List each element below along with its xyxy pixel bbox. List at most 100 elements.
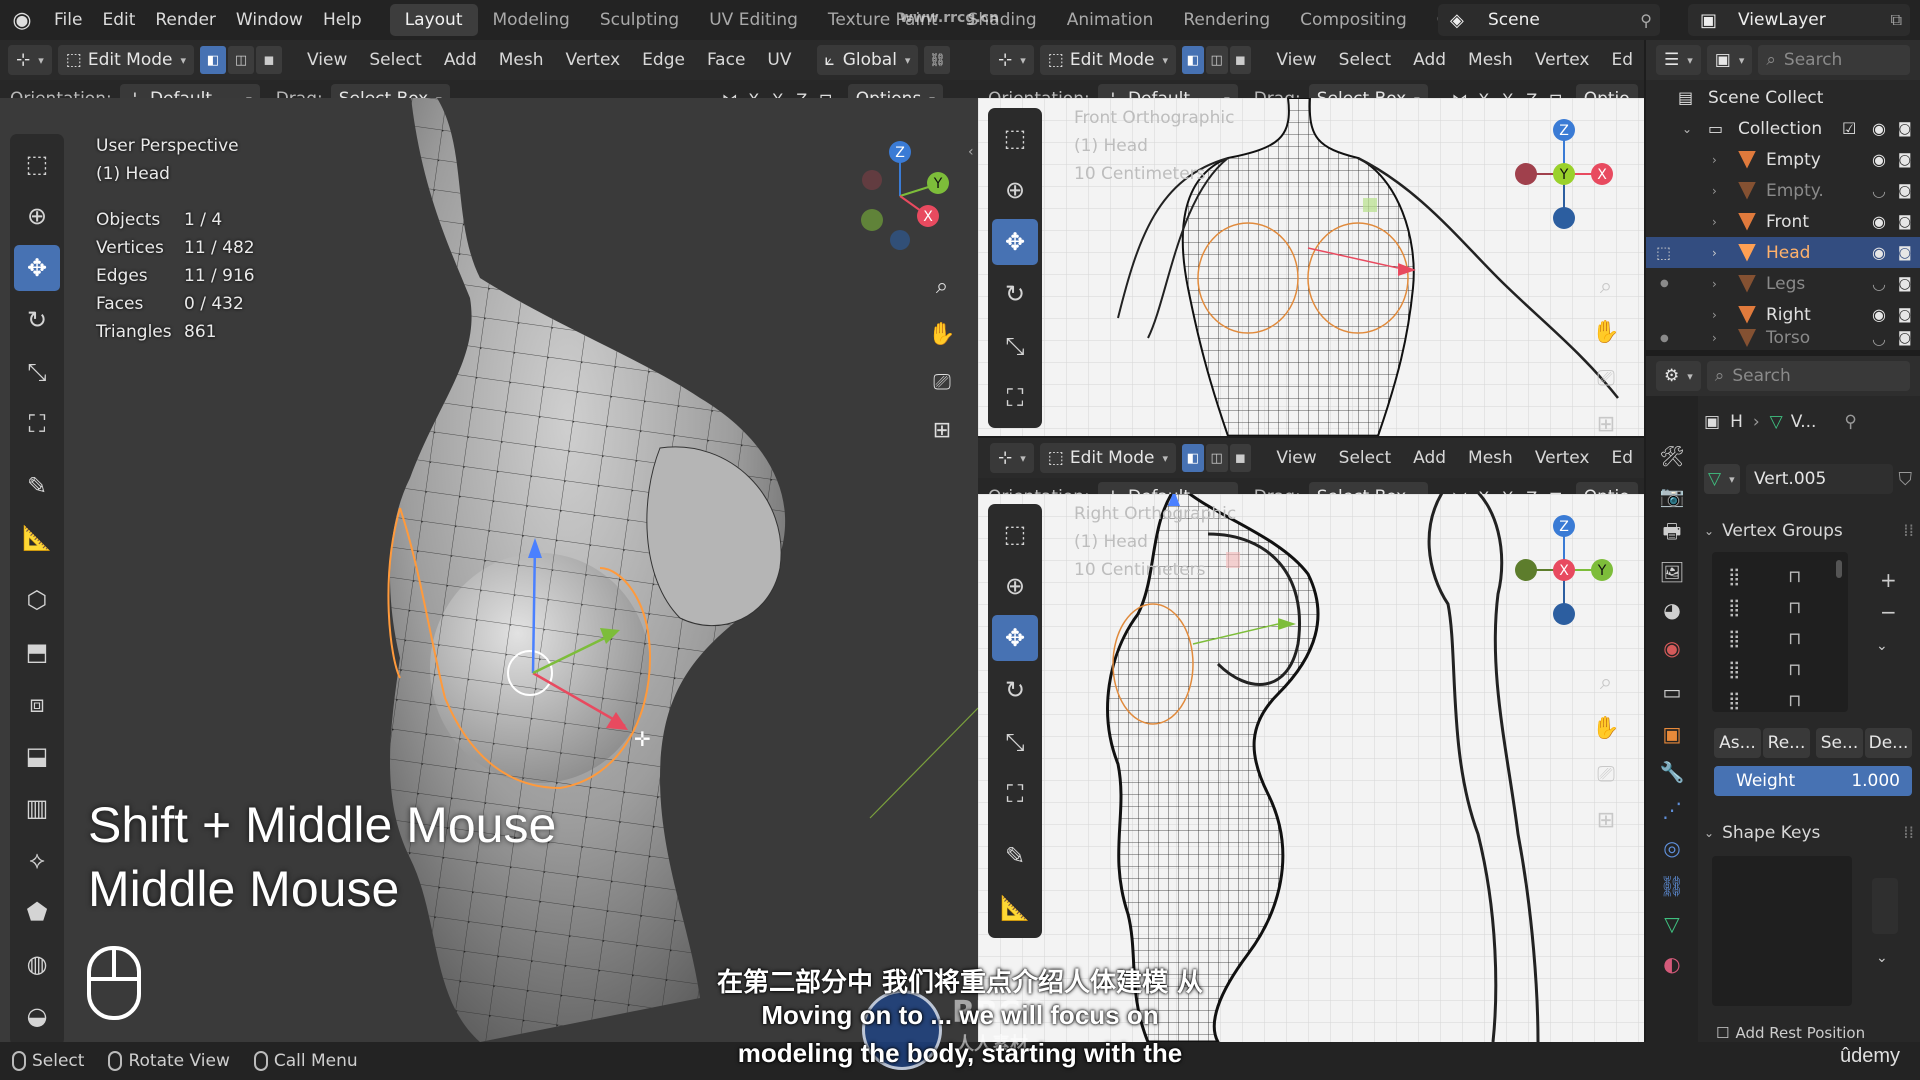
- properties-editor-type-button[interactable]: ⚙ ▾: [1656, 361, 1701, 391]
- menu-file[interactable]: File: [44, 0, 92, 40]
- remove-vertex-group-icon[interactable]: −: [1880, 600, 1897, 624]
- transform-tool-icon[interactable]: ⛶: [992, 771, 1038, 817]
- transform-orientation-selector[interactable]: ⟀ Global ▾: [816, 45, 919, 75]
- outliner-item-torso[interactable]: ● › Torso ◡ ◙: [1646, 326, 1920, 350]
- specials-menu-icon[interactable]: ⌄: [1876, 638, 1888, 654]
- extrude-tool-icon[interactable]: ⬒: [14, 629, 60, 675]
- measure-tool-icon[interactable]: 📐: [14, 515, 60, 561]
- shape-key-add-remove[interactable]: [1872, 878, 1898, 934]
- camera-icon[interactable]: ◙: [1898, 152, 1912, 168]
- tab-sculpting[interactable]: Sculpting: [585, 4, 694, 36]
- expand-chevron-icon[interactable]: ›: [1712, 277, 1717, 291]
- menu-vertex[interactable]: Vertex: [1524, 50, 1601, 70]
- object-tab-icon[interactable]: ▣: [1656, 718, 1688, 750]
- expand-chevron-icon[interactable]: ›: [1712, 331, 1717, 345]
- camera-icon[interactable]: ◙: [1898, 276, 1912, 292]
- pin-icon[interactable]: ⚲: [1844, 412, 1856, 432]
- camera-icon[interactable]: ◙: [1898, 214, 1912, 230]
- menu-view[interactable]: View: [1265, 50, 1327, 70]
- measure-tool-icon[interactable]: 📐: [992, 885, 1038, 931]
- physics-tab-icon[interactable]: ◎: [1656, 832, 1688, 864]
- menu-edge[interactable]: Ed: [1600, 448, 1644, 468]
- select-button[interactable]: Se...: [1816, 728, 1863, 758]
- list-scrollbar[interactable]: [1836, 560, 1842, 578]
- vertex-select-icon[interactable]: ◧: [1182, 444, 1204, 472]
- world-tab-icon[interactable]: ◉: [1656, 632, 1688, 664]
- knife-tool-icon[interactable]: ⟡: [14, 837, 60, 883]
- mode-selector[interactable]: ⬚ Edit Mode ▾: [57, 45, 195, 75]
- select-box-tool-icon[interactable]: ⬚: [992, 115, 1038, 161]
- edit-mode-indicator-icon[interactable]: ⬚: [1656, 243, 1671, 262]
- particles-tab-icon[interactable]: ⋰: [1656, 794, 1688, 826]
- tab-layout[interactable]: Layout: [389, 4, 478, 36]
- eye-icon[interactable]: ◉: [1872, 150, 1886, 169]
- orthographic-grid-icon[interactable]: ⊞: [1586, 800, 1626, 840]
- properties-search-input[interactable]: ⌕ Search: [1706, 361, 1910, 391]
- expand-chevron-icon[interactable]: ›: [1712, 246, 1717, 260]
- menu-mesh[interactable]: Mesh: [1457, 50, 1524, 70]
- expand-chevron-icon[interactable]: ⌄: [1682, 122, 1692, 136]
- outliner-item-head[interactable]: ⬚ › Head ◉ ◙: [1646, 237, 1920, 268]
- vertex-select-icon[interactable]: ◧: [1182, 46, 1204, 74]
- sidebar-toggle-icon[interactable]: ‹: [968, 144, 974, 160]
- select-box-tool-icon[interactable]: ⬚: [14, 141, 60, 187]
- render-tab-icon[interactable]: 📷: [1656, 480, 1688, 512]
- orthographic-grid-icon[interactable]: ⊞: [922, 410, 962, 450]
- menu-help[interactable]: Help: [313, 0, 372, 40]
- eye-icon[interactable]: ◉: [1872, 212, 1886, 231]
- edge-select-icon[interactable]: ◫: [1205, 46, 1228, 74]
- mode-selector[interactable]: ⬚ Edit Mode ▾: [1039, 45, 1177, 75]
- outliner-item-front[interactable]: › Front ◉ ◙: [1646, 206, 1920, 237]
- pin-icon[interactable]: ⚲: [1640, 11, 1652, 30]
- scene-tab-icon[interactable]: ◕: [1656, 594, 1688, 626]
- cursor-tool-icon[interactable]: ⊕: [14, 193, 60, 239]
- camera-icon[interactable]: ◙: [1898, 121, 1912, 137]
- move-tool-icon[interactable]: ✥: [992, 219, 1038, 265]
- menu-view[interactable]: View: [1265, 448, 1327, 468]
- menu-mesh[interactable]: Mesh: [488, 50, 555, 70]
- move-tool-icon[interactable]: ✥: [992, 615, 1038, 661]
- mode-selector[interactable]: ⬚ Edit Mode ▾: [1039, 443, 1177, 473]
- right-orthographic-viewport[interactable]: ⬚ ⊕ ✥ ↻ ⤡ ⛶ ✎ 📐 Right Orthographic (1) H…: [978, 494, 1644, 1042]
- eye-icon[interactable]: ◉: [1872, 305, 1886, 324]
- menu-edge[interactable]: Ed: [1600, 50, 1644, 70]
- outliner-item-legs[interactable]: ● › Legs ◡ ◙: [1646, 268, 1920, 299]
- outliner-item-empty-001[interactable]: › Empty. ◡ ◙: [1646, 175, 1920, 206]
- display-mode-button[interactable]: ▣ ▾: [1706, 45, 1753, 75]
- eye-closed-icon[interactable]: ◡: [1872, 329, 1886, 348]
- pan-hand-icon[interactable]: ✋: [1586, 312, 1626, 352]
- expand-chevron-icon[interactable]: ›: [1712, 184, 1717, 198]
- menu-add[interactable]: Add: [1402, 448, 1457, 468]
- tab-rendering[interactable]: Rendering: [1168, 4, 1285, 36]
- annotate-tool-icon[interactable]: ✎: [14, 463, 60, 509]
- menu-vertex[interactable]: Vertex: [1524, 448, 1601, 468]
- deselect-button[interactable]: De...: [1865, 728, 1912, 758]
- blender-logo-icon[interactable]: ◉: [0, 0, 44, 40]
- pan-hand-icon[interactable]: ✋: [922, 314, 962, 354]
- drag-handle-icon[interactable]: ⁞⁞: [1903, 823, 1914, 843]
- mesh-data-tab-icon[interactable]: ▽: [1656, 908, 1688, 940]
- move-tool-icon[interactable]: ✥: [14, 245, 60, 291]
- outliner-editor-type-button[interactable]: ☰ ▾: [1656, 45, 1701, 75]
- eye-closed-icon[interactable]: ◡: [1872, 274, 1886, 293]
- tool-tab-icon[interactable]: 🛠: [1656, 440, 1688, 472]
- camera-view-icon[interactable]: ⎚: [1586, 754, 1626, 794]
- scale-tool-icon[interactable]: ⤡: [992, 719, 1038, 765]
- expand-chevron-icon[interactable]: ›: [1712, 215, 1717, 229]
- camera-icon[interactable]: ◙: [1898, 330, 1912, 346]
- poly-build-tool-icon[interactable]: ⬟: [14, 889, 60, 935]
- scale-tool-icon[interactable]: ⤡: [14, 349, 60, 395]
- constraints-tab-icon[interactable]: ⛓: [1656, 870, 1688, 902]
- menu-uv[interactable]: UV: [756, 50, 802, 70]
- scale-tool-icon[interactable]: ⤡: [992, 323, 1038, 369]
- tab-compositing[interactable]: Compositing: [1285, 4, 1422, 36]
- link-icon[interactable]: ⛓: [924, 46, 951, 74]
- front-navigation-gizmo[interactable]: Z X Y: [1504, 112, 1624, 232]
- edge-select-icon[interactable]: ◫: [1205, 444, 1228, 472]
- outliner-collection[interactable]: ⌄ ▭ Collection ☑ ◉ ◙: [1646, 113, 1920, 144]
- eye-closed-icon[interactable]: ◡: [1872, 181, 1886, 200]
- edge-select-icon[interactable]: ◫: [228, 46, 255, 74]
- fake-user-shield-icon[interactable]: ⛉: [1899, 469, 1913, 490]
- menu-window[interactable]: Window: [226, 0, 313, 40]
- outliner-search-input[interactable]: ⌕ Search: [1758, 45, 1910, 75]
